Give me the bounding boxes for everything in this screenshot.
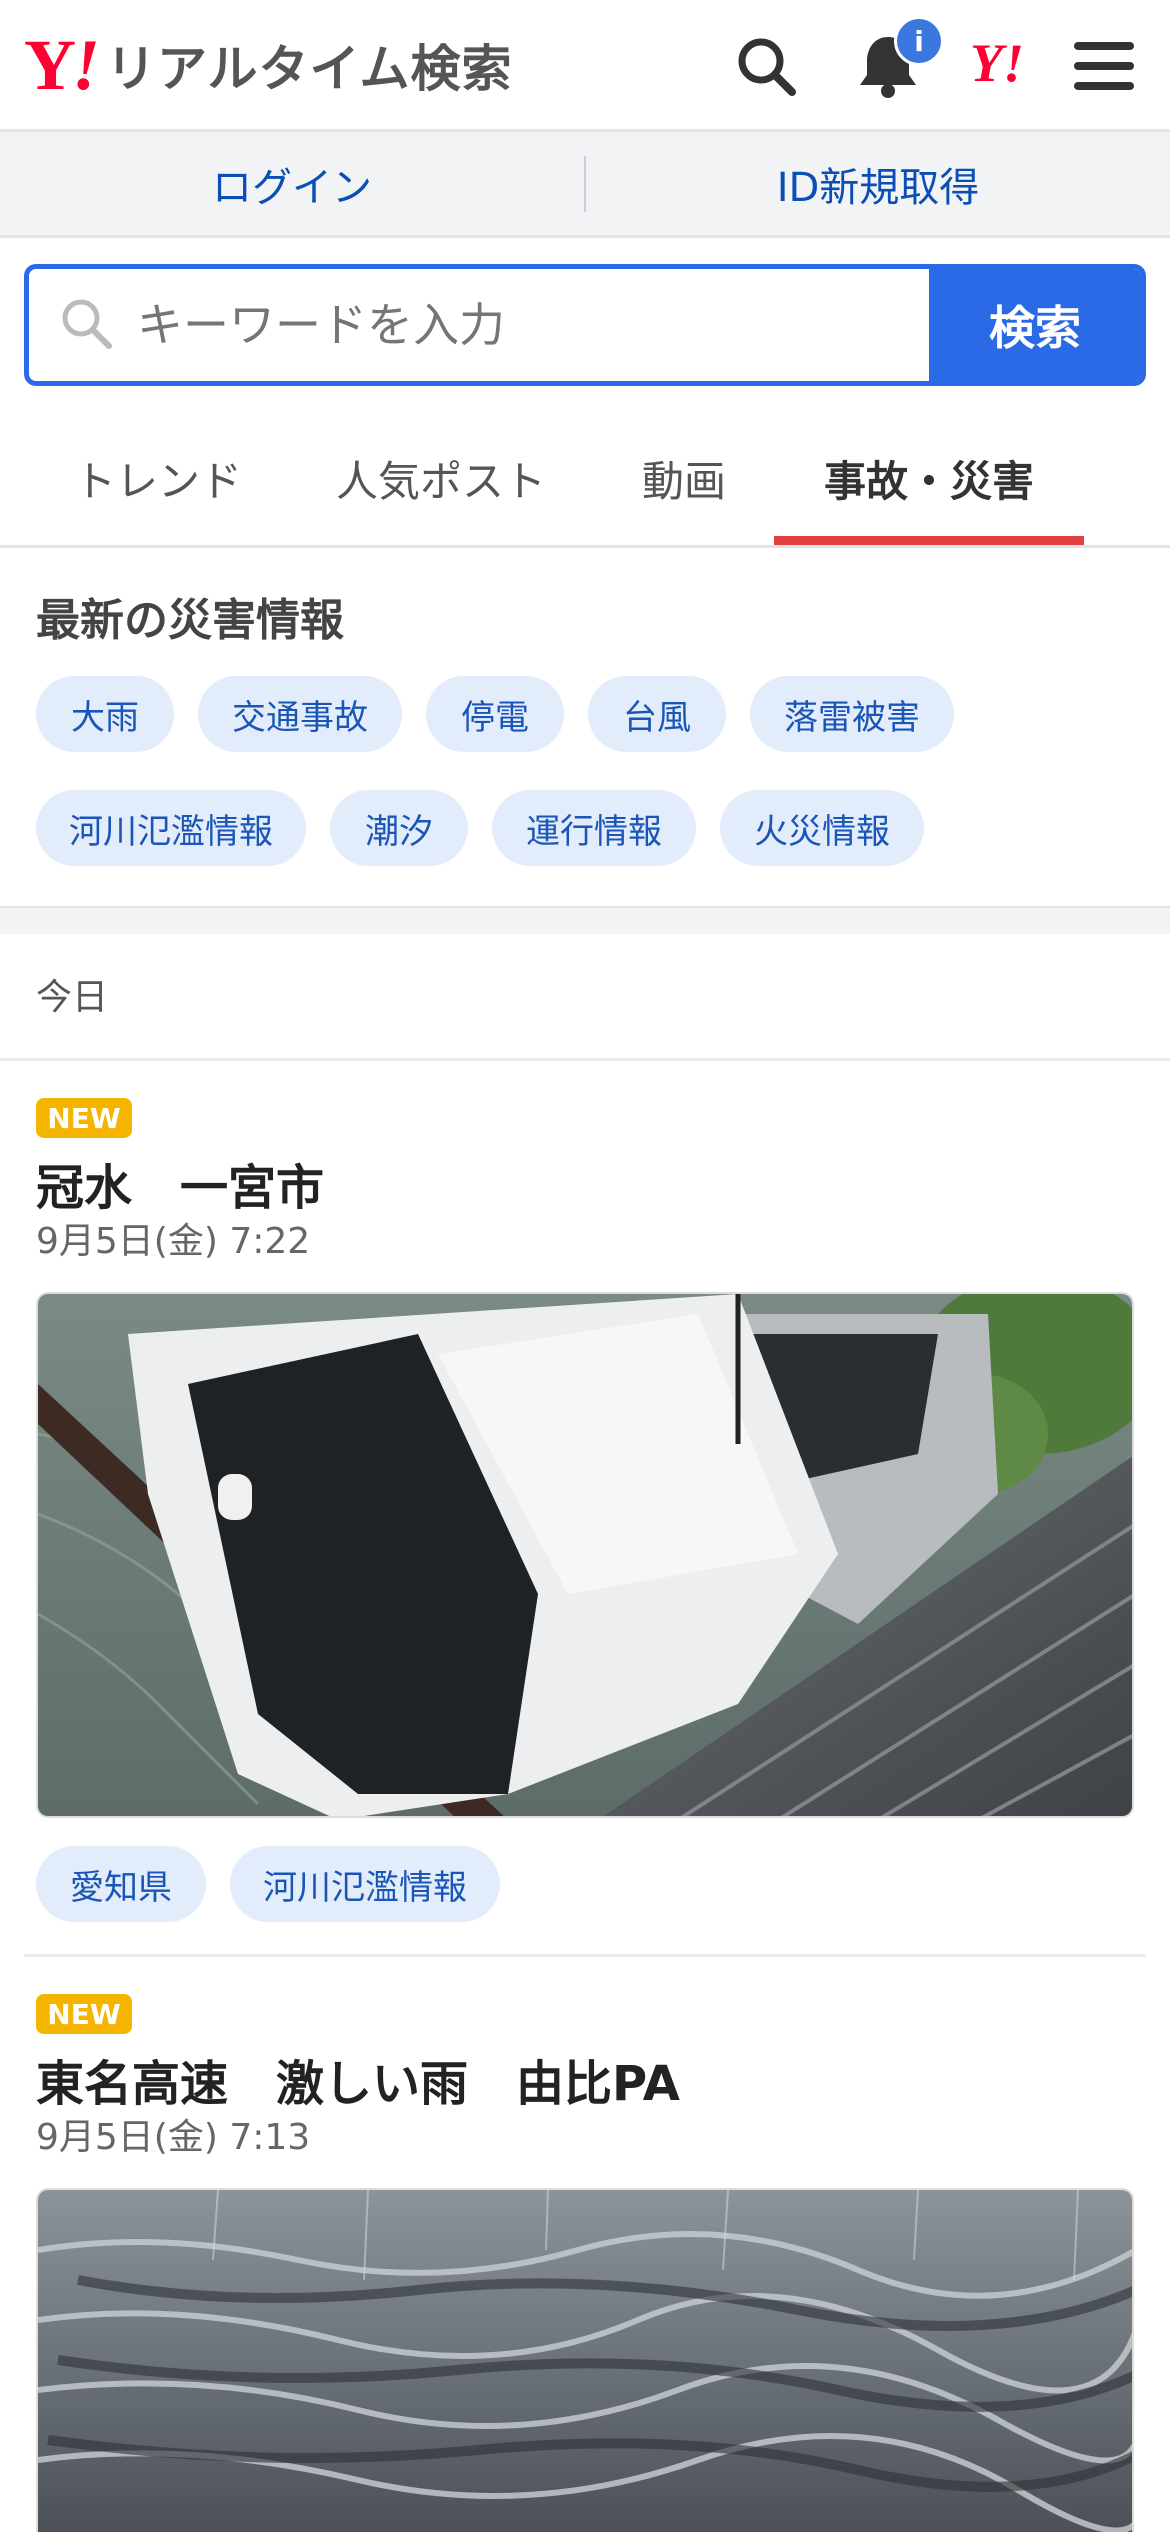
tab-popular-posts[interactable]: 人気ポスト	[336, 448, 546, 509]
divider	[0, 1058, 1170, 1061]
logo-text: リアルタイム検索	[106, 40, 513, 98]
tab-video[interactable]: 動画	[642, 448, 726, 509]
logo-mark: !	[72, 25, 101, 105]
post-time: 9月5日(金) 7:22	[36, 1221, 311, 1262]
new-badge: NEW	[36, 1994, 132, 2034]
active-tab-indicator	[774, 536, 1084, 545]
heavy-rain-photo[interactable]	[36, 2188, 1134, 2532]
hamburger-menu-icon[interactable]	[1066, 28, 1142, 104]
post-title[interactable]: 東名高速 激しい雨 由比PA	[36, 2044, 680, 2114]
disaster-chip[interactable]: 火災情報	[720, 790, 924, 866]
disaster-chip[interactable]: 停電	[426, 676, 564, 752]
disaster-chip[interactable]: 運行情報	[492, 790, 696, 866]
search-bar: 検索	[24, 264, 1146, 386]
search-button[interactable]: 検索	[929, 269, 1141, 381]
register-link[interactable]: ID新規取得	[586, 155, 1170, 213]
app-header: Y ! リアルタイム検索 i Y!	[0, 0, 1170, 132]
disaster-chip[interactable]: 台風	[588, 676, 726, 752]
search-input[interactable]	[135, 297, 839, 353]
login-link[interactable]: ログイン	[0, 155, 584, 213]
search-field-icon	[59, 296, 113, 354]
tab-accident-disaster[interactable]: 事故・災害	[824, 448, 1034, 509]
post-title[interactable]: 冠水 一宮市	[36, 1148, 324, 1218]
tab-trend[interactable]: トレンド	[74, 448, 242, 509]
disaster-chip[interactable]: 潮汐	[330, 790, 468, 866]
logo-y: Y	[24, 25, 76, 105]
account-bar: ログイン ID新規取得	[0, 132, 1170, 238]
yahoo-mark-icon[interactable]: Y!	[970, 36, 1024, 90]
disaster-chip[interactable]: 河川氾濫情報	[36, 790, 306, 866]
search-field[interactable]	[29, 269, 929, 381]
post-tag-chip[interactable]: 愛知県	[36, 1846, 206, 1922]
post-time: 9月5日(金) 7:13	[36, 2117, 311, 2158]
new-badge: NEW	[36, 1098, 132, 1138]
date-header: 今日	[36, 977, 109, 1018]
post-tag-chip[interactable]: 河川氾濫情報	[230, 1846, 500, 1922]
category-tabs: トレンド 人気ポスト 動画 事故・災害	[0, 408, 1170, 548]
section-divider	[0, 906, 1170, 934]
post-divider	[24, 1954, 1146, 1957]
disaster-chip[interactable]: 落雷被害	[750, 676, 954, 752]
flooded-car-photo[interactable]	[36, 1292, 1134, 1818]
search-icon[interactable]	[728, 28, 804, 104]
yahoo-realtime-logo[interactable]: Y ! リアルタイム検索	[24, 25, 513, 105]
notification-badge: i	[894, 16, 944, 66]
disaster-chip[interactable]: 交通事故	[198, 676, 402, 752]
disaster-chip[interactable]: 大雨	[36, 676, 174, 752]
disaster-section-title: 最新の災害情報	[36, 595, 344, 646]
